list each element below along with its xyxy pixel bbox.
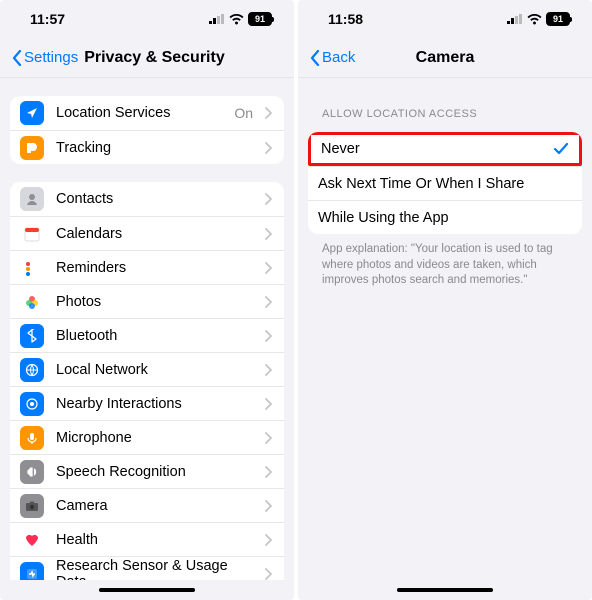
status-bar: 11:58 91	[298, 0, 592, 38]
contacts-icon	[20, 187, 44, 211]
battery-icon: 91	[248, 12, 272, 26]
row-label: Reminders	[56, 260, 253, 276]
options-group: Never Ask Next Time Or When I Share While …	[308, 132, 582, 234]
option-row[interactable]: Never	[308, 132, 582, 166]
reminders-icon	[20, 256, 44, 280]
settings-row[interactable]: Speech Recognition	[10, 454, 284, 488]
row-value: On	[234, 105, 253, 121]
speech-icon	[20, 460, 44, 484]
chevron-right-icon	[265, 432, 272, 444]
chevron-right-icon	[265, 262, 272, 274]
settings-row[interactable]: Research Sensor & Usage Data	[10, 556, 284, 580]
option-label: Never	[321, 141, 541, 157]
chevron-right-icon	[265, 193, 272, 205]
option-row[interactable]: While Using the App	[308, 200, 582, 234]
home-indicator	[298, 580, 592, 600]
row-label: Calendars	[56, 226, 253, 242]
option-label: While Using the App	[318, 210, 570, 226]
research-icon	[20, 562, 44, 581]
home-indicator	[0, 580, 294, 600]
status-icons: 91	[209, 12, 272, 26]
settings-row[interactable]: Tracking	[10, 130, 284, 164]
row-label: Location Services	[56, 105, 222, 121]
option-label: Ask Next Time Or When I Share	[318, 176, 570, 192]
settings-row[interactable]: Microphone	[10, 420, 284, 454]
status-icons: 91	[507, 12, 570, 26]
nav-bar: Back Camera	[298, 38, 592, 78]
settings-row[interactable]: Calendars	[10, 216, 284, 250]
settings-row[interactable]: Bluetooth	[10, 318, 284, 352]
cellular-icon	[507, 14, 523, 24]
settings-group-2: Contacts Calendars Reminders Photos Blue…	[10, 182, 284, 580]
nearby-icon	[20, 392, 44, 416]
settings-row[interactable]: Nearby Interactions	[10, 386, 284, 420]
row-label: Microphone	[56, 430, 253, 446]
settings-row[interactable]: Health	[10, 522, 284, 556]
settings-row[interactable]: Reminders	[10, 250, 284, 284]
content-left: Location Services On Tracking Contacts C…	[0, 78, 294, 580]
back-button[interactable]: Back	[310, 49, 355, 66]
battery-icon: 91	[546, 12, 570, 26]
page-title: Privacy & Security	[84, 49, 225, 67]
chevron-right-icon	[265, 107, 272, 119]
settings-row[interactable]: Camera	[10, 488, 284, 522]
settings-group-1: Location Services On Tracking	[10, 96, 284, 164]
chevron-left-icon	[310, 50, 320, 66]
row-label: Tracking	[56, 140, 253, 156]
row-label: Camera	[56, 498, 253, 514]
row-label: Photos	[56, 294, 253, 310]
row-label: Contacts	[56, 191, 253, 207]
row-label: Speech Recognition	[56, 464, 253, 480]
status-time: 11:57	[30, 11, 65, 27]
option-row[interactable]: Ask Next Time Or When I Share	[308, 166, 582, 200]
location-arrow-icon	[20, 101, 44, 125]
row-label: Nearby Interactions	[56, 396, 253, 412]
settings-row[interactable]: Local Network	[10, 352, 284, 386]
content-right: ALLOW LOCATION ACCESS Never Ask Next Time…	[298, 78, 592, 580]
chevron-right-icon	[265, 398, 272, 410]
nav-bar: Settings Privacy & Security	[0, 38, 294, 78]
chevron-right-icon	[265, 330, 272, 342]
row-label: Local Network	[56, 362, 253, 378]
row-label: Research Sensor & Usage Data	[56, 558, 253, 581]
health-icon	[20, 528, 44, 552]
chevron-right-icon	[265, 534, 272, 546]
microphone-icon	[20, 426, 44, 450]
calendar-icon	[20, 222, 44, 246]
wifi-icon	[527, 14, 542, 25]
chevron-right-icon	[265, 466, 272, 478]
chevron-right-icon	[265, 142, 272, 154]
chevron-right-icon	[265, 364, 272, 376]
back-button[interactable]: Settings	[12, 49, 78, 66]
settings-row[interactable]: Photos	[10, 284, 284, 318]
row-label: Health	[56, 532, 253, 548]
bluetooth-icon	[20, 324, 44, 348]
checkmark-icon	[553, 142, 569, 156]
camera-icon	[20, 494, 44, 518]
settings-row[interactable]: Location Services On	[10, 96, 284, 130]
tracking-icon	[20, 136, 44, 160]
settings-row[interactable]: Contacts	[10, 182, 284, 216]
row-label: Bluetooth	[56, 328, 253, 344]
chevron-right-icon	[265, 296, 272, 308]
chevron-right-icon	[265, 568, 272, 580]
wifi-icon	[229, 14, 244, 25]
photos-icon	[20, 290, 44, 314]
phone-left: 11:57 91 Settings Privacy & Security Loc…	[0, 0, 294, 600]
phone-right: 11:58 91 Back Camera ALLOW LOCATION ACCE…	[298, 0, 592, 600]
status-bar: 11:57 91	[0, 0, 294, 38]
back-label: Back	[322, 49, 355, 66]
back-label: Settings	[24, 49, 78, 66]
local-network-icon	[20, 358, 44, 382]
cellular-icon	[209, 14, 225, 24]
chevron-right-icon	[265, 500, 272, 512]
chevron-right-icon	[265, 228, 272, 240]
chevron-left-icon	[12, 50, 22, 66]
footer-text: App explanation: "Your location is used …	[322, 242, 568, 289]
section-header: ALLOW LOCATION ACCESS	[322, 108, 578, 120]
status-time: 11:58	[328, 11, 363, 27]
